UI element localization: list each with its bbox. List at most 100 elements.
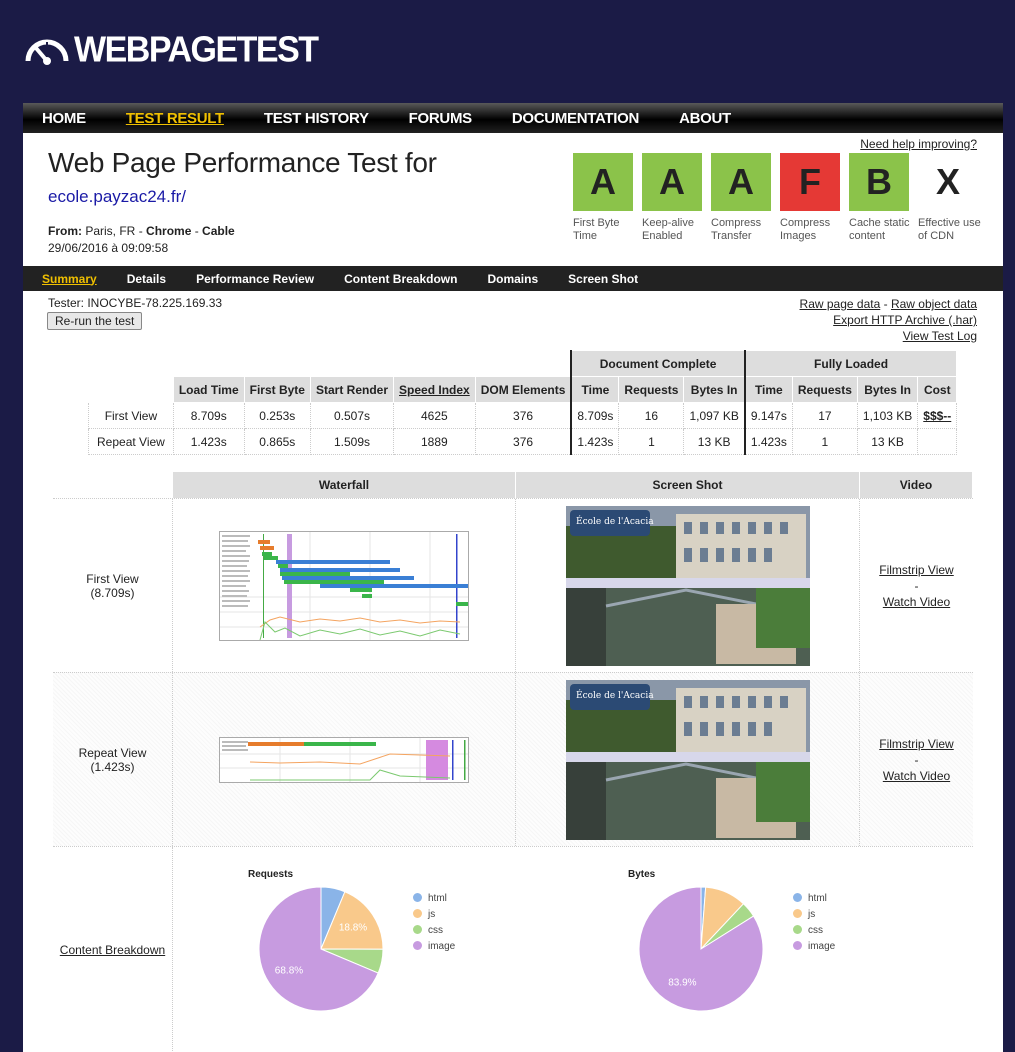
- legend-swatch: [413, 893, 422, 902]
- results-cell: 1: [791, 428, 858, 455]
- col-header-dom-elements: DOM Elements: [474, 376, 572, 403]
- screenshot-site-title: École de l'Acacia: [576, 515, 654, 527]
- content-breakdown-link[interactable]: Content Breakdown: [60, 943, 165, 957]
- results-row-label: Repeat View: [88, 428, 174, 455]
- first-view-filmstrip-link[interactable]: Filmstrip View: [879, 563, 953, 577]
- subnav-details[interactable]: Details: [127, 272, 166, 286]
- pie-title: Requests: [248, 869, 294, 880]
- col-header-requests: Requests: [618, 376, 685, 403]
- first-view-row: First View (8.709s) École de l'Acacia Fi…: [53, 498, 973, 672]
- tested-url-link[interactable]: ecole.payzac24.fr/: [48, 187, 186, 207]
- repeat-view-screenshot[interactable]: École de l'Acacia: [565, 679, 810, 840]
- legend-swatch: [793, 893, 802, 902]
- fully-loaded-header: Fully Loaded: [743, 350, 958, 377]
- grade-card[interactable]: X Effective use of CDN: [918, 153, 987, 243]
- from-sep-2: -: [191, 224, 203, 238]
- col-header-first-byte: First Byte: [243, 376, 311, 403]
- results-cell[interactable]: $$$--: [917, 402, 958, 429]
- nav-test-result[interactable]: TEST RESULT: [126, 110, 224, 127]
- subnav-content-breakdown[interactable]: Content Breakdown: [344, 272, 457, 286]
- legend-label: js: [428, 909, 436, 920]
- results-cell: 4625: [393, 402, 476, 429]
- results-cell: 13 KB: [683, 428, 746, 455]
- screenshot-image: École de l'Acacia: [565, 679, 810, 840]
- waterfall-header: Waterfall: [173, 472, 516, 498]
- results-cell: [917, 428, 958, 455]
- col-header-bytes-in: Bytes In: [856, 376, 919, 403]
- results-cell: 0.865s: [243, 428, 311, 455]
- first-view-screenshot[interactable]: École de l'Acacia: [565, 505, 810, 666]
- tester-info: Tester: INOCYBE-78.225.169.33: [48, 296, 223, 310]
- results-cell: 1,103 KB: [856, 402, 919, 429]
- results-cell: 0.253s: [243, 402, 311, 429]
- repeat-view-waterfall-cell: [173, 673, 516, 846]
- legend-swatch: [413, 941, 422, 950]
- grade-label: Effective use of CDN: [918, 217, 981, 242]
- col-header-load-time: Load Time: [172, 376, 245, 403]
- grade-letter: A: [573, 153, 633, 211]
- subnav-domains[interactable]: Domains: [487, 272, 538, 286]
- results-cell: 8.709s: [172, 402, 245, 429]
- row-label: Repeat View: [78, 745, 147, 760]
- legend-item-js: js: [413, 907, 455, 923]
- legend-label: image: [428, 941, 456, 952]
- grade-card[interactable]: A Keep-alive Enabled: [642, 153, 711, 243]
- legend-swatch: [413, 925, 422, 934]
- subnav-summary[interactable]: Summary: [42, 272, 97, 286]
- results-cell: 8.709s: [570, 402, 620, 429]
- webpagetest-logo[interactable]: WEBPAGETEST: [24, 30, 319, 70]
- view-test-log-link[interactable]: View Test Log: [903, 329, 977, 343]
- page-content: Need help improving? Web Page Performanc…: [23, 133, 1003, 1052]
- legend-item-js: js: [793, 907, 835, 923]
- results-cell: 16: [618, 402, 685, 429]
- results-row-label: First View: [88, 402, 174, 429]
- first-view-label: First View (8.709s): [53, 499, 173, 672]
- first-view-waterfall-cell: [173, 499, 516, 672]
- grade-card[interactable]: A First Byte Time: [573, 153, 642, 243]
- nav-home[interactable]: HOME: [42, 110, 86, 127]
- from-sep: -: [135, 224, 147, 238]
- repeat-view-label: Repeat View (1.423s): [53, 673, 173, 846]
- waterfall-chart: [220, 531, 468, 640]
- nav-about[interactable]: ABOUT: [679, 110, 731, 127]
- screenshot-site-title: École de l'Acacia: [576, 689, 654, 701]
- nav-test-history[interactable]: TEST HISTORY: [264, 110, 369, 127]
- raw-object-data-link[interactable]: Raw object data: [891, 297, 977, 311]
- pie-chart-bytes: 83.9%: [639, 887, 764, 1012]
- subnav-performance-review[interactable]: Performance Review: [196, 272, 314, 286]
- summary-grid: Waterfall Screen Shot Video First View (8…: [53, 472, 973, 1052]
- legend-item-html: html: [413, 891, 455, 907]
- first-view-waterfall[interactable]: [219, 530, 469, 641]
- nav-forums[interactable]: FORUMS: [409, 110, 473, 127]
- raw-page-data-link[interactable]: Raw page data: [800, 297, 881, 311]
- results-cell: 0.507s: [309, 402, 395, 429]
- help-improving-link[interactable]: Need help improving?: [860, 137, 977, 151]
- col-header-time: Time: [570, 376, 620, 403]
- first-view-watch-video-link[interactable]: Watch Video: [883, 595, 950, 609]
- legend-swatch: [793, 925, 802, 934]
- export-har-link[interactable]: Export HTTP Archive (.har): [833, 313, 977, 327]
- col-header-speed-index[interactable]: Speed Index: [393, 376, 476, 403]
- grade-card[interactable]: F Compress Images: [780, 153, 849, 243]
- grade-card[interactable]: B Cache static content: [849, 153, 918, 243]
- legend-label: image: [808, 941, 836, 952]
- col-header-bytes-in: Bytes In: [683, 376, 746, 403]
- subnav-screen-shot[interactable]: Screen Shot: [568, 272, 638, 286]
- grade-card[interactable]: A Compress Transfer: [711, 153, 780, 243]
- results-row: Repeat View 1.423s 0.865s 1.509s 1889 376 1.42…: [88, 428, 958, 455]
- nav-documentation[interactable]: DOCUMENTATION: [512, 110, 640, 127]
- legend-swatch: [793, 941, 802, 950]
- results-cell: 1.423s: [570, 428, 620, 455]
- repeat-view-filmstrip-link[interactable]: Filmstrip View: [879, 737, 953, 751]
- legend-label: css: [428, 925, 443, 936]
- rerun-test-button[interactable]: Re-run the test: [47, 312, 143, 330]
- results-cell: 376: [474, 402, 572, 429]
- repeat-view-waterfall[interactable]: [219, 736, 469, 783]
- results-cell: 1889: [393, 428, 476, 455]
- pie-chart-requests: 18.8% 68.8%: [259, 887, 384, 1012]
- pie-slice-label: 18.8%: [339, 923, 367, 934]
- grade-label: Compress Transfer: [711, 217, 762, 242]
- browser-name: Chrome: [146, 224, 192, 238]
- connection-type: Cable: [202, 224, 235, 238]
- repeat-view-watch-video-link[interactable]: Watch Video: [883, 769, 950, 783]
